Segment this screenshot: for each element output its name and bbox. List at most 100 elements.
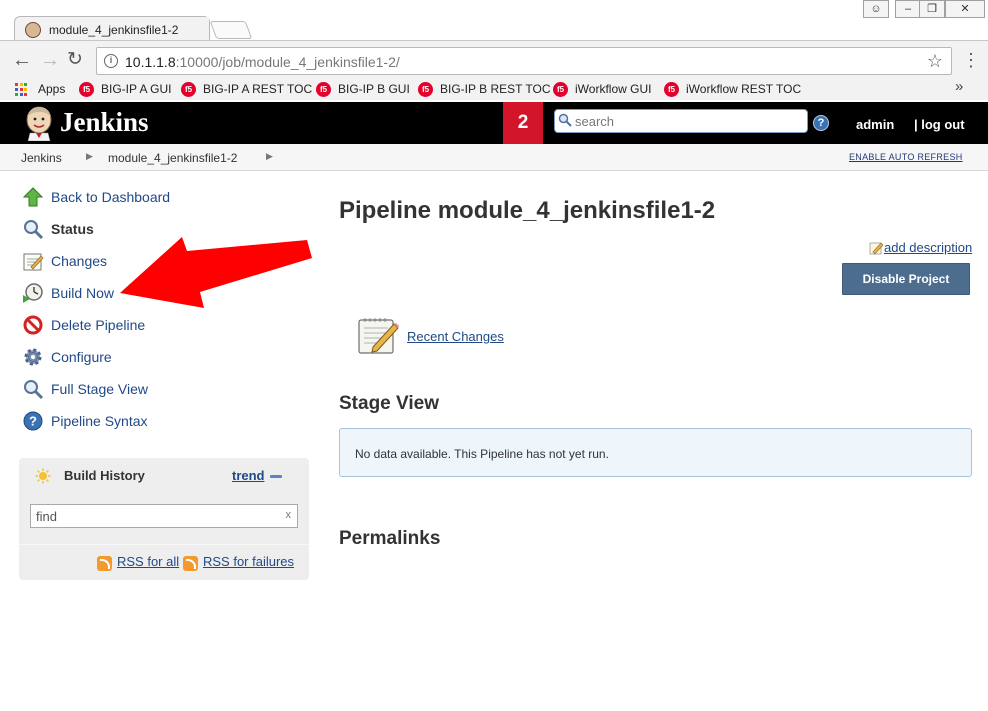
stage-view-heading: Stage View [339, 393, 439, 414]
add-description-link[interactable]: add description [884, 240, 972, 255]
more-bookmarks-icon[interactable]: » [955, 78, 963, 95]
page-title: Pipeline module_4_jenkinsfile1-2 [339, 197, 716, 224]
search-icon [558, 113, 572, 127]
clock-icon [23, 283, 43, 303]
breadcrumb-jenkins[interactable]: Jenkins [21, 151, 62, 165]
task-label: Build Now [51, 285, 115, 301]
breadcrumb-separator-icon[interactable]: ▶ [86, 151, 93, 162]
bookmark-bigip-b-gui[interactable]: f5 BIG-IP B GUI [316, 81, 412, 99]
disable-project-button[interactable]: Disable Project [842, 263, 970, 295]
minimize-icon[interactable]: – [895, 0, 921, 18]
jenkins-favicon-icon [25, 22, 41, 38]
url-path: :10000/job/module_4_jenkinsfile1-2/ [175, 54, 400, 70]
close-icon[interactable]: ✕ [945, 0, 985, 18]
maximize-icon[interactable]: ❐ [919, 0, 945, 18]
browser-chrome: module_4_jenkinsfile1-2 ☺ – ❐ ✕ ← → ↻ i … [0, 0, 988, 100]
help-icon[interactable]: ? [813, 115, 829, 131]
back-icon[interactable]: ← [12, 49, 32, 71]
f5-icon: f5 [664, 82, 679, 97]
annotation-arrow-icon [120, 237, 312, 308]
bookmark-label: Apps [38, 82, 66, 96]
task-label: Pipeline Syntax [51, 413, 148, 429]
bookmark-iworkflow-rest-toc[interactable]: f5 iWorkflow REST TOC [664, 81, 804, 99]
forward-icon[interactable]: → [40, 49, 60, 71]
build-history-header: Build History trend [19, 458, 309, 492]
enable-auto-refresh-link[interactable]: ENABLE AUTO REFRESH [849, 152, 963, 162]
task-label: Configure [51, 349, 112, 365]
no-entry-icon [23, 315, 43, 335]
bookmark-apps[interactable]: Apps [15, 81, 75, 99]
svg-text:?: ? [29, 414, 37, 429]
breadcrumb-separator-icon[interactable]: ▶ [266, 151, 273, 162]
gear-icon [24, 348, 42, 366]
rss-all-link[interactable]: RSS for all [117, 554, 179, 569]
jenkins-logo-icon[interactable] [22, 105, 56, 141]
bookmark-star-icon[interactable]: ☆ [927, 51, 943, 72]
task-label: Changes [51, 253, 108, 269]
url-host: 10.1.1.8 [125, 54, 176, 70]
bookmark-label: iWorkflow REST TOC [686, 82, 802, 96]
f5-icon: f5 [418, 82, 433, 97]
user-link[interactable]: admin [856, 117, 894, 132]
jenkins-header: Jenkins 2 ? admin | log out [0, 102, 988, 144]
f5-icon: f5 [79, 82, 94, 97]
task-label: Back to Dashboard [51, 189, 171, 205]
url-text[interactable]: 10.1.1.8:10000/job/module_4_jenkinsfile1… [125, 54, 400, 70]
profile-icon[interactable]: ☺ [863, 0, 889, 18]
no-data-message-box: No data available. This Pipeline has not… [339, 428, 972, 477]
collapse-icon[interactable] [270, 475, 282, 478]
build-history-panel: Build History trend x RSS for all RSS fo… [19, 458, 309, 580]
up-arrow-icon [22, 187, 44, 207]
bookmark-bigip-a-gui[interactable]: f5 BIG-IP A GUI [79, 81, 175, 99]
task-label: Delete Pipeline [51, 317, 146, 333]
new-tab-button[interactable] [209, 21, 253, 39]
find-input[interactable] [36, 508, 276, 524]
browser-tab[interactable]: module_4_jenkinsfile1-2 [14, 16, 210, 43]
browser-toolbar: ← → ↻ i 10.1.1.8:10000/job/module_4_jenk… [0, 40, 988, 80]
edit-icon[interactable] [869, 241, 884, 255]
info-icon[interactable]: i [104, 54, 118, 68]
task-label: Full Stage View [51, 381, 149, 397]
browser-menu-icon[interactable]: ⋮ [962, 50, 980, 70]
rss-icon[interactable] [97, 556, 112, 571]
trend-link[interactable]: trend [232, 468, 265, 483]
apps-icon [15, 83, 28, 96]
magnifier-icon [24, 220, 44, 240]
jenkins-brand[interactable]: Jenkins [60, 107, 149, 138]
breadcrumb-job[interactable]: module_4_jenkinsfile1-2 [108, 151, 237, 165]
bookmarks-bar: Apps f5 BIG-IP A GUI f5 BIG-IP A REST TO… [0, 80, 988, 100]
bookmark-iworkflow-gui[interactable]: f5 iWorkflow GUI [553, 81, 659, 99]
breadcrumb: Jenkins ▶ module_4_jenkinsfile1-2 ▶ ENAB… [0, 144, 988, 171]
task-label: Status [51, 221, 94, 237]
f5-icon: f5 [553, 82, 568, 97]
bookmark-bigip-b-rest-toc[interactable]: f5 BIG-IP B REST TOC [418, 81, 551, 99]
search-input[interactable] [575, 112, 803, 130]
tab-title: module_4_jenkinsfile1-2 [49, 23, 179, 37]
bookmark-bigip-a-rest-toc[interactable]: f5 BIG-IP A REST TOC [181, 81, 313, 99]
magnifier-icon [24, 380, 44, 400]
bookmark-label: BIG-IP B REST TOC [440, 82, 551, 96]
notification-badge[interactable]: 2 [503, 102, 543, 144]
recent-changes-link[interactable]: Recent Changes [407, 329, 504, 344]
bookmark-label: iWorkflow GUI [575, 82, 652, 96]
logout-link[interactable]: | log out [914, 117, 965, 132]
f5-icon: f5 [316, 82, 331, 97]
permalinks-heading: Permalinks [339, 528, 441, 549]
search-field[interactable] [554, 109, 808, 133]
no-data-message: No data available. This Pipeline has not… [355, 447, 609, 461]
build-history-footer: RSS for all RSS for failures [19, 544, 309, 580]
bookmark-label: BIG-IP A GUI [101, 82, 172, 96]
clear-icon[interactable]: x [286, 509, 292, 521]
reload-icon[interactable]: ↻ [67, 49, 83, 71]
address-bar[interactable]: i 10.1.1.8:10000/job/module_4_jenkinsfil… [96, 47, 952, 75]
bookmark-label: BIG-IP A REST TOC [203, 82, 313, 96]
notepad-icon [358, 318, 399, 354]
help-icon: ? [23, 411, 43, 431]
notepad-icon [23, 253, 44, 271]
title-bar: module_4_jenkinsfile1-2 ☺ – ❐ ✕ [0, 0, 988, 43]
rss-failures-link[interactable]: RSS for failures [203, 554, 294, 569]
find-field[interactable]: x [30, 504, 298, 528]
sun-icon [35, 468, 51, 484]
build-history-title: Build History [64, 468, 145, 483]
rss-icon[interactable] [183, 556, 198, 571]
